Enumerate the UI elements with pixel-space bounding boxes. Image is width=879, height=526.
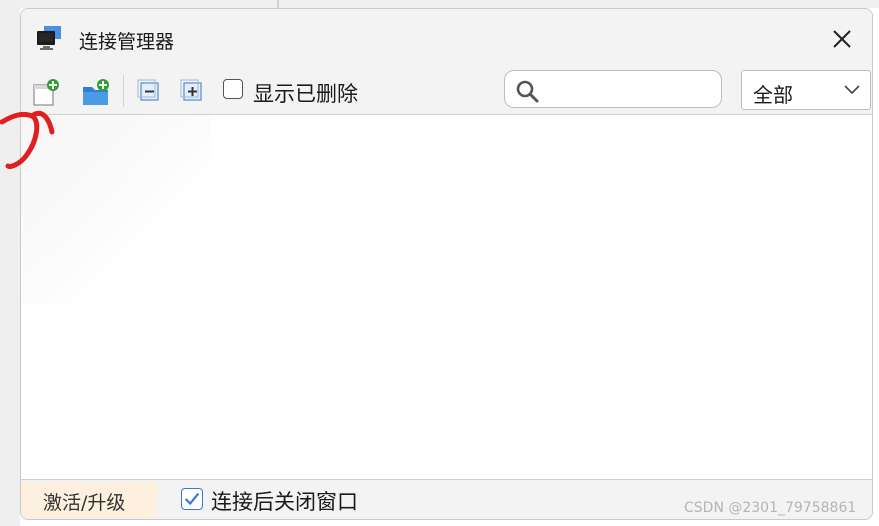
toolbar-separator	[123, 75, 124, 107]
close-icon[interactable]	[826, 23, 858, 55]
monitor-icon	[37, 26, 61, 50]
content-shading	[21, 115, 211, 305]
new-folder-icon[interactable]	[81, 77, 111, 107]
filter-dropdown[interactable]: 全部	[741, 70, 871, 110]
expand-icon[interactable]	[178, 77, 208, 107]
background-left-edge	[0, 0, 20, 526]
watermark-text: CSDN @2301_79758861	[684, 500, 857, 516]
chevron-down-icon	[844, 85, 860, 95]
collapse-icon[interactable]	[135, 77, 165, 107]
show-deleted-label: 显示已删除	[253, 82, 358, 106]
window-title: 连接管理器	[79, 31, 175, 53]
connection-manager-window: 连接管理器 显示已删除 全部 激活/升级 连接后关闭窗口	[20, 8, 873, 520]
activate-upgrade-button[interactable]: 激活/升级	[21, 482, 157, 518]
close-after-connect-label: 连接后关闭窗口	[211, 490, 358, 514]
show-deleted-checkbox[interactable]	[223, 79, 243, 99]
connection-list-area[interactable]	[21, 115, 872, 479]
search-input[interactable]	[504, 70, 722, 108]
activate-upgrade-label: 激活/升级	[43, 492, 126, 514]
title-bar[interactable]: 连接管理器	[21, 9, 872, 65]
background-tab-strip	[0, 0, 879, 8]
close-after-connect-checkbox[interactable]	[181, 488, 203, 510]
background-tab-divider	[277, 0, 279, 8]
filter-selected-value: 全部	[753, 83, 793, 107]
new-document-icon[interactable]	[31, 77, 61, 107]
search-icon	[516, 80, 539, 103]
toolbar: 显示已删除 全部	[21, 65, 872, 115]
